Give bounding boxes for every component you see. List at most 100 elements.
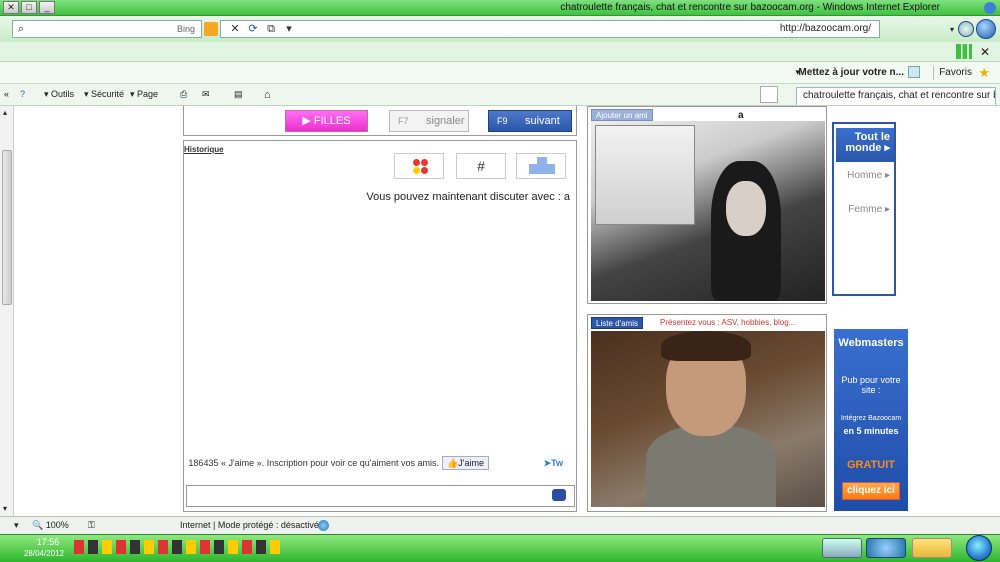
vertical-scrollbar[interactable]: ▴ ▾: [0, 106, 14, 516]
ad-line3: en 5 minutes: [843, 426, 899, 436]
shirt-shape: [646, 426, 776, 507]
clock-time[interactable]: 17:56: [28, 537, 68, 547]
red-dot-icon: [421, 159, 428, 166]
print-icon[interactable]: ⎙: [180, 89, 187, 100]
filter-femme-label: Femme: [848, 204, 883, 215]
filles-button[interactable]: ▶ FILLES: [285, 110, 368, 132]
like-button[interactable]: 👍J'aime: [442, 456, 489, 470]
search-placeholder: Bing: [176, 24, 195, 34]
status-bar: Internet | Mode protégé : désactivé ⚿ 🔍 …: [0, 516, 1000, 534]
game-blocks-button[interactable]: [516, 153, 566, 179]
chat-message: Vous pouvez maintenant discuter avec : a: [366, 191, 570, 203]
red-dot-icon: [421, 167, 428, 174]
page-menu-label: Page: [137, 89, 159, 99]
address-dropdown-icon[interactable]: ▾: [282, 22, 296, 36]
close-window-button[interactable]: ✕: [3, 1, 19, 14]
home-icon[interactable]: ⌂: [264, 89, 271, 101]
stop-icon[interactable]: ✕: [228, 22, 242, 36]
signaler-button[interactable]: F7 signaler: [389, 110, 469, 132]
page-menu[interactable]: ▾ Page: [130, 89, 158, 100]
zoom-level: 100%: [45, 520, 69, 530]
tweet-button[interactable]: ➤Tw: [544, 458, 563, 469]
game-connect-four-button[interactable]: [394, 153, 444, 179]
compat-view-icon[interactable]: ⧉: [264, 22, 278, 36]
local-webcam-video: [591, 331, 825, 507]
red-dot-icon: [413, 159, 420, 166]
play-icon: ▶: [302, 115, 314, 127]
taskbar-media-icon[interactable]: [822, 538, 862, 558]
scroll-down-arrow-icon[interactable]: ▾: [3, 504, 7, 513]
tray-icons[interactable]: [74, 540, 284, 554]
bing-icon: [204, 22, 218, 36]
clock-date[interactable]: 28/04/2012: [14, 549, 74, 558]
zone-text: Internet | Mode protégé : désactivé: [180, 520, 319, 530]
filter-femme[interactable]: Femme ▸: [836, 200, 894, 234]
signaler-label: signaler: [426, 115, 465, 127]
filter-everyone[interactable]: Tout le monde ▸: [836, 128, 894, 162]
favorites-star-icon[interactable]: ★: [978, 65, 990, 81]
tab-current[interactable]: chatroulette français, chat et rencontre…: [796, 87, 996, 105]
start-orb-icon[interactable]: [966, 535, 992, 561]
taskbar-ie-icon[interactable]: [866, 538, 906, 558]
feeds-icon[interactable]: ▤: [234, 89, 243, 100]
help-icon[interactable]: ?: [20, 89, 25, 99]
globe-icon: [318, 520, 329, 531]
scrollbar-thumb[interactable]: [2, 150, 12, 305]
blocks-icon: [537, 157, 547, 164]
remote-webcam-video: [591, 121, 825, 301]
add-friend-button[interactable]: Ajouter un ami: [591, 109, 653, 121]
ad-line1: Pub pour votre site :: [841, 375, 901, 395]
filter-everyone-label: Tout le monde: [845, 131, 890, 154]
zoom-dropdown-icon[interactable]: ▾: [14, 520, 19, 531]
search-input[interactable]: Bing: [12, 20, 202, 38]
facebook-like-bar: ➤Tw 👍J'aime 186435 « J'aime ». Inscripti…: [188, 456, 571, 472]
mail-icon[interactable]: ✉: [202, 89, 210, 100]
filles-label: FILLES: [313, 115, 351, 127]
filter-homme[interactable]: Homme ▸: [836, 166, 894, 200]
window-title: chatroulette français, chat et rencontre…: [560, 2, 940, 13]
suivant-key: F9: [497, 116, 508, 126]
close-bar-icon[interactable]: ✕: [980, 45, 990, 59]
forward-button[interactable]: [958, 21, 974, 37]
scroll-up-arrow-icon[interactable]: ▴: [3, 108, 7, 117]
title-bar: ✕ □ _ chatroulette français, chat et ren…: [0, 0, 1000, 16]
ie-logo-icon: [984, 2, 996, 14]
security-menu[interactable]: ▾ Sécurité: [84, 89, 124, 100]
new-tab-button[interactable]: [760, 86, 778, 103]
ad-cta-button[interactable]: cliquez ici: [842, 482, 900, 500]
signaler-key: F7: [398, 116, 409, 126]
tab-label: chatroulette français, chat et rencontre…: [803, 90, 995, 101]
chevron-more-icon[interactable]: «: [4, 89, 9, 99]
message-input[interactable]: [186, 485, 575, 507]
address-text: http://bazoocam.org/: [779, 23, 871, 34]
back-button[interactable]: [976, 19, 996, 39]
protected-mode-icon[interactable]: ⚿: [88, 520, 95, 531]
minimize-window-button[interactable]: _: [39, 1, 55, 14]
favorites-bar: ★ Favoris Mettez à jour votre n... ▾: [0, 62, 1000, 84]
divider: [933, 66, 934, 80]
favorite-update-link[interactable]: Mettez à jour votre n...: [798, 67, 904, 78]
maximize-window-button[interactable]: □: [21, 1, 37, 14]
address-bar[interactable]: http://bazoocam.org/: [220, 20, 880, 38]
historique-link[interactable]: Historique: [184, 145, 224, 154]
game-tictactoe-button[interactable]: #: [456, 153, 506, 179]
cabinet-shape: [595, 125, 695, 225]
zoom-control[interactable]: 🔍 100%: [32, 520, 69, 531]
ad-gratuit: GRATUIT: [846, 459, 896, 471]
favorite-dropdown-icon[interactable]: ▾: [795, 67, 800, 78]
navigation-bar: ▾ http://bazoocam.org/ ▾ ⧉ ⟳ ✕ Bing ⌕: [0, 16, 1000, 42]
remote-username: a: [738, 110, 744, 121]
tools-menu[interactable]: ▾ Outils: [44, 89, 74, 100]
history-dropdown-icon[interactable]: ▾: [950, 25, 954, 34]
ad-line2: Intégrez Bazoocam: [840, 415, 902, 422]
search-icon[interactable]: ⌕: [14, 22, 28, 36]
send-bubble-icon[interactable]: [552, 489, 566, 501]
favorite-page-icon: [908, 66, 920, 78]
refresh-icon[interactable]: ⟳: [246, 22, 260, 36]
friend-list-button[interactable]: Liste d'amis: [591, 317, 643, 329]
yellow-dot-icon: [413, 167, 420, 174]
favorites-label[interactable]: Favoris: [939, 67, 972, 78]
like-count-text: 186435 « J'aime ». Inscription pour voir…: [188, 458, 439, 468]
taskbar-explorer-icon[interactable]: [912, 538, 952, 558]
suivant-button[interactable]: F9 suivant: [488, 110, 572, 132]
